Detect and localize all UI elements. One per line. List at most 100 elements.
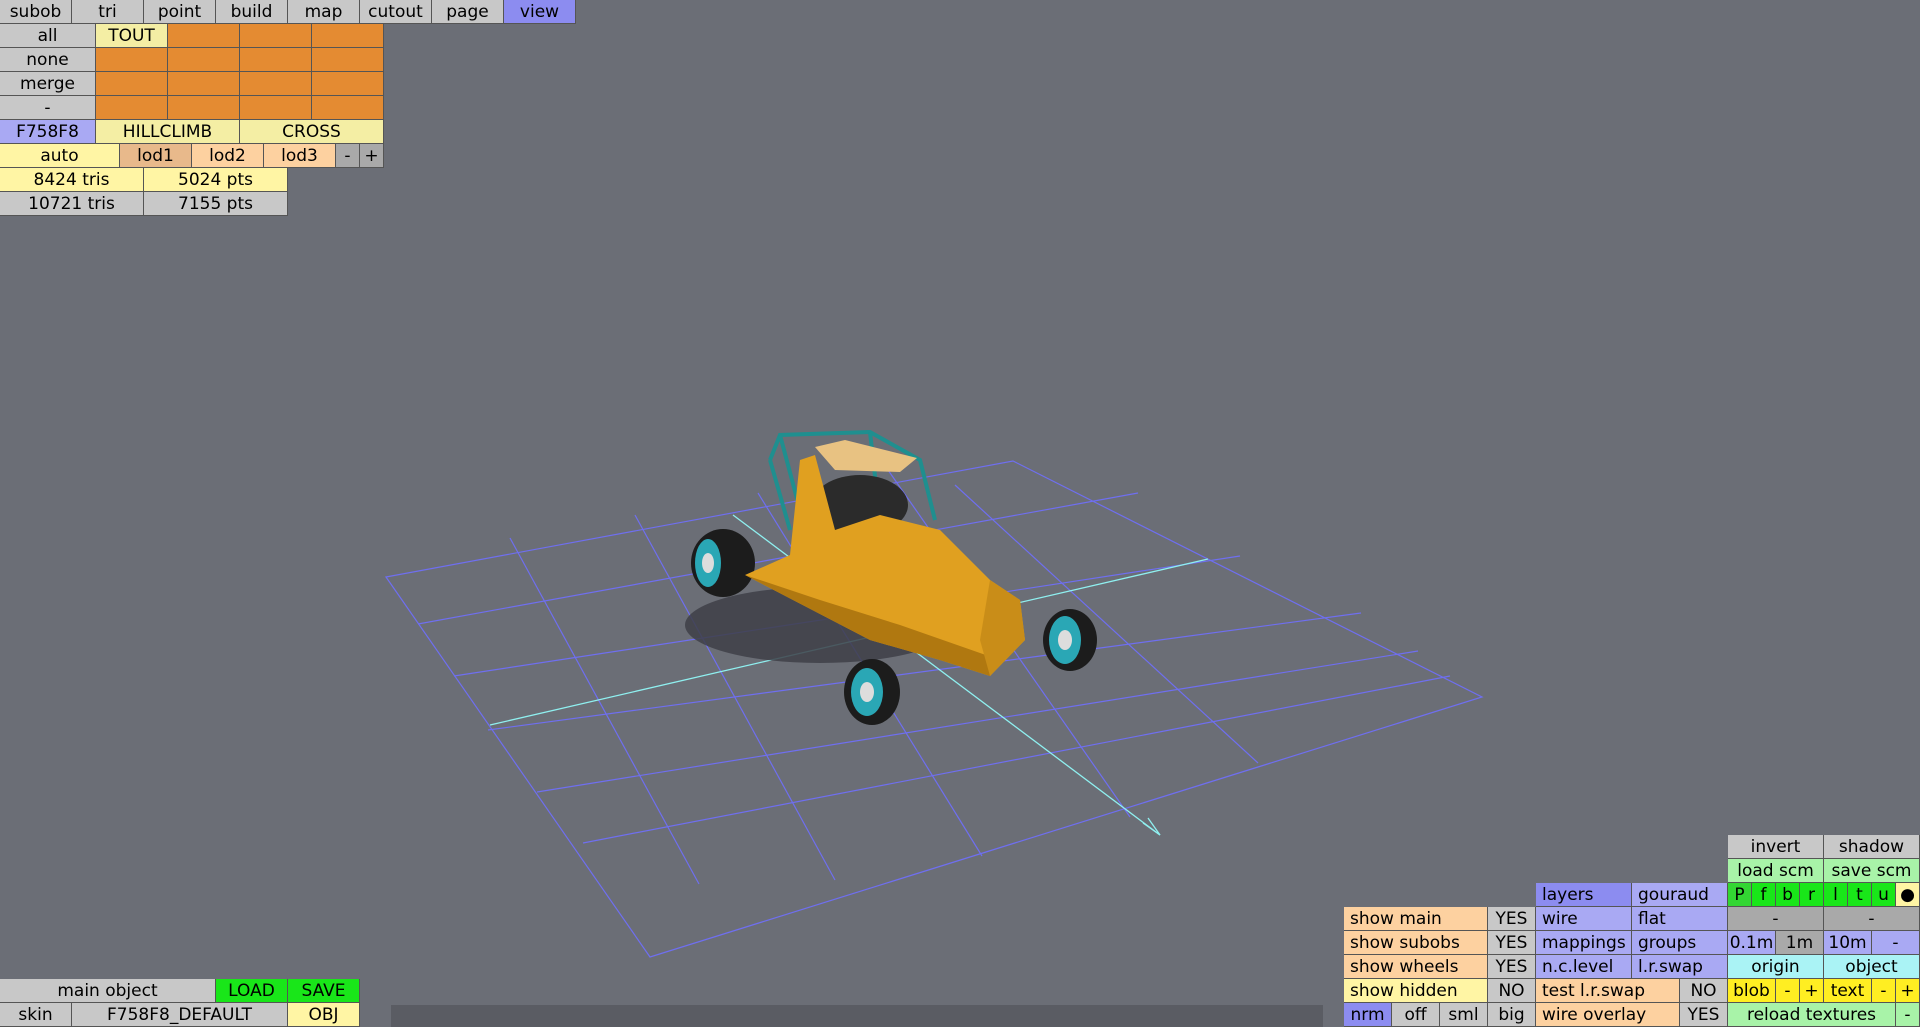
nc-level-button[interactable]: n.c.level: [1536, 955, 1632, 979]
object-button[interactable]: object: [1824, 955, 1920, 979]
slot-button[interactable]: [168, 72, 240, 96]
load-button[interactable]: LOAD: [216, 979, 288, 1003]
pts-count: 5024 pts: [144, 168, 288, 192]
tab-view[interactable]: view: [504, 0, 576, 24]
tris-count: 8424 tris: [0, 168, 144, 192]
show-main-button[interactable]: show main: [1344, 907, 1488, 931]
wire-overlay-toggle[interactable]: YES: [1680, 1003, 1728, 1027]
reload-textures-button[interactable]: reload textures: [1728, 1003, 1896, 1027]
blob-plus-button[interactable]: +: [1800, 979, 1824, 1003]
lod2-button[interactable]: lod2: [192, 144, 264, 168]
wire-button[interactable]: wire: [1536, 907, 1632, 931]
show-subobs-button[interactable]: show subobs: [1344, 931, 1488, 955]
test-lr-swap-button[interactable]: test l.r.swap: [1536, 979, 1680, 1003]
slot-button[interactable]: [240, 96, 312, 120]
slot-button[interactable]: [168, 96, 240, 120]
select-all-button[interactable]: all: [0, 24, 96, 48]
tab-cutout[interactable]: cutout: [360, 0, 432, 24]
lod-minus-button[interactable]: -: [336, 144, 360, 168]
show-subobs-toggle[interactable]: YES: [1488, 931, 1536, 955]
shadow-button[interactable]: shadow: [1824, 835, 1920, 859]
tout-button[interactable]: TOUT: [96, 24, 168, 48]
slot-button[interactable]: [168, 24, 240, 48]
view-top-button[interactable]: t: [1848, 883, 1872, 907]
save-scm-button[interactable]: save scm: [1824, 859, 1920, 883]
invert-button[interactable]: invert: [1728, 835, 1824, 859]
main-object-button[interactable]: main object: [0, 979, 216, 1003]
tab-map[interactable]: map: [288, 0, 360, 24]
tab-tri[interactable]: tri: [72, 0, 144, 24]
mappings-button[interactable]: mappings: [1536, 931, 1632, 955]
merge-button[interactable]: merge: [0, 72, 96, 96]
lr-swap-button[interactable]: l.r.swap: [1632, 955, 1728, 979]
show-hidden-toggle[interactable]: NO: [1488, 979, 1536, 1003]
slot-button[interactable]: [312, 96, 384, 120]
dash-button[interactable]: -: [1728, 907, 1824, 931]
size-nrm-button[interactable]: nrm: [1344, 1003, 1392, 1027]
select-none-button[interactable]: none: [0, 48, 96, 72]
slot-button[interactable]: [168, 48, 240, 72]
slot-button[interactable]: [96, 72, 168, 96]
color-code-button[interactable]: F758F8: [0, 120, 96, 144]
slot-button[interactable]: [96, 48, 168, 72]
view-back-button[interactable]: b: [1776, 883, 1800, 907]
skin-name-button[interactable]: F758F8_DEFAULT: [72, 1003, 288, 1027]
view-front-button[interactable]: f: [1752, 883, 1776, 907]
tab-subob[interactable]: subob: [0, 0, 72, 24]
show-main-toggle[interactable]: YES: [1488, 907, 1536, 931]
dot-icon[interactable]: ●: [1896, 883, 1920, 907]
show-wheels-toggle[interactable]: YES: [1488, 955, 1536, 979]
grid-1m-button[interactable]: 1m: [1776, 931, 1824, 955]
blob-button[interactable]: blob: [1728, 979, 1776, 1003]
lod-plus-button[interactable]: +: [360, 144, 384, 168]
slot-button[interactable]: [312, 48, 384, 72]
size-sml-button[interactable]: sml: [1440, 1003, 1488, 1027]
slot-button[interactable]: [240, 48, 312, 72]
view-right-button[interactable]: r: [1800, 883, 1824, 907]
wire-overlay-button[interactable]: wire overlay: [1536, 1003, 1680, 1027]
size-big-button[interactable]: big: [1488, 1003, 1536, 1027]
text-minus-button[interactable]: -: [1872, 979, 1896, 1003]
lod1-button[interactable]: lod1: [120, 144, 192, 168]
lod3-button[interactable]: lod3: [264, 144, 336, 168]
test-lr-swap-toggle[interactable]: NO: [1680, 979, 1728, 1003]
origin-button[interactable]: origin: [1728, 955, 1824, 979]
slot-button[interactable]: [240, 72, 312, 96]
text-button[interactable]: text: [1824, 979, 1872, 1003]
groups-button[interactable]: groups: [1632, 931, 1728, 955]
grid-0-1m-button[interactable]: 0.1m: [1728, 931, 1776, 955]
gouraud-button[interactable]: gouraud: [1632, 883, 1728, 907]
grid-10m-button[interactable]: 10m: [1824, 931, 1872, 955]
reload-minus-button[interactable]: -: [1896, 1003, 1920, 1027]
tab-build[interactable]: build: [216, 0, 288, 24]
lod-auto-button[interactable]: auto: [0, 144, 120, 168]
load-scm-button[interactable]: load scm: [1728, 859, 1824, 883]
tris-count-total: 10721 tris: [0, 192, 144, 216]
view-persp-button[interactable]: P: [1728, 883, 1752, 907]
view-left-button[interactable]: l: [1824, 883, 1848, 907]
show-hidden-button[interactable]: show hidden: [1344, 979, 1488, 1003]
obj-button[interactable]: OBJ: [288, 1003, 360, 1027]
show-wheels-button[interactable]: show wheels: [1344, 955, 1488, 979]
dash-button[interactable]: -: [0, 96, 96, 120]
status-bar: [391, 1005, 1323, 1027]
cross-button[interactable]: CROSS: [240, 120, 384, 144]
slot-button[interactable]: [312, 72, 384, 96]
grid-minus-button[interactable]: -: [1872, 931, 1920, 955]
slot-button[interactable]: [96, 96, 168, 120]
slot-button[interactable]: [240, 24, 312, 48]
view-under-button[interactable]: u: [1872, 883, 1896, 907]
hillclimb-button[interactable]: HILLCLIMB: [96, 120, 240, 144]
text-plus-button[interactable]: +: [1896, 979, 1920, 1003]
flat-button[interactable]: flat: [1632, 907, 1728, 931]
size-off-button[interactable]: off: [1392, 1003, 1440, 1027]
dash-button[interactable]: -: [1824, 907, 1920, 931]
buggy-model: [691, 429, 1097, 725]
wheel-front: [844, 659, 900, 725]
layers-button[interactable]: layers: [1536, 883, 1632, 907]
blob-minus-button[interactable]: -: [1776, 979, 1800, 1003]
save-button[interactable]: SAVE: [288, 979, 360, 1003]
tab-point[interactable]: point: [144, 0, 216, 24]
slot-button[interactable]: [312, 24, 384, 48]
tab-page[interactable]: page: [432, 0, 504, 24]
